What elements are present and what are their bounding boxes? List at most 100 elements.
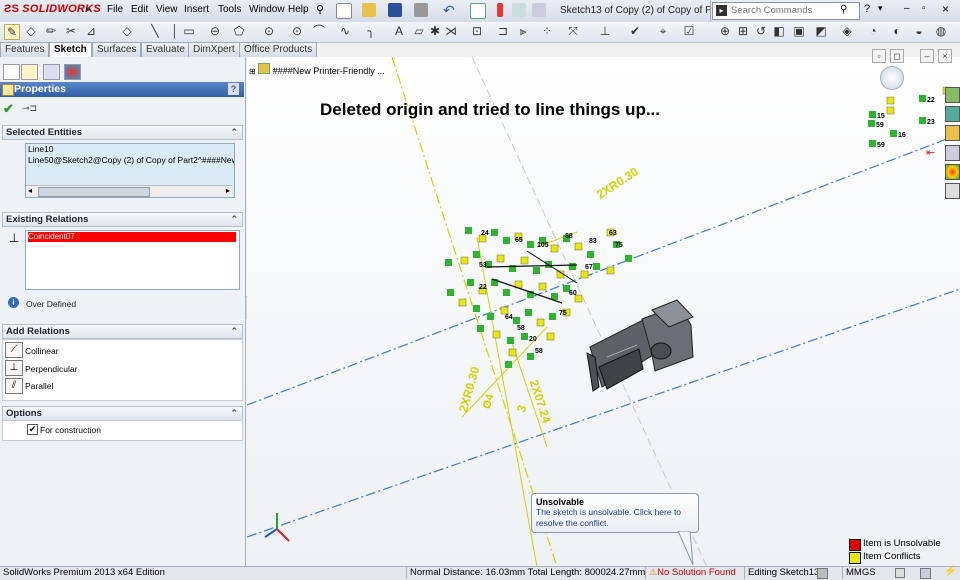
repair-sketch-icon[interactable]: ✔ (628, 24, 642, 38)
slot-icon[interactable]: ⊖ (208, 24, 222, 38)
status-units[interactable]: MMGS (842, 566, 876, 579)
task-pane-home-icon[interactable] (945, 87, 960, 103)
add-relations-header[interactable]: Add Relations ⌃ (2, 324, 243, 339)
collapse-icon[interactable]: ⌃ (230, 325, 238, 338)
print-icon[interactable] (414, 3, 428, 17)
point-icon[interactable]: ◇ (120, 24, 134, 38)
view-settings-icon[interactable]: ◒ (912, 24, 926, 38)
pushpin-icon[interactable]: ⊸⊐ (22, 103, 37, 114)
realview-icon[interactable]: ◍ (934, 24, 948, 38)
menu-help[interactable]: Help (288, 4, 309, 15)
property-manager-icon[interactable] (21, 64, 38, 80)
tab-evaluate[interactable]: Evaluate (141, 42, 190, 57)
feature-manager-tree-icon[interactable] (3, 64, 20, 80)
select-arrow-icon[interactable] (470, 3, 486, 19)
menu-tools[interactable]: Tools (218, 4, 241, 15)
linear-pattern-icon[interactable]: ⁘ (540, 24, 554, 38)
move-entities-icon[interactable]: ⤧ (566, 24, 580, 38)
zoom-to-fit-icon[interactable]: ⊕ (718, 24, 732, 38)
viewport-minimize-icon[interactable]: – (920, 49, 934, 63)
search-commands-input[interactable]: ▸ Search Commands (712, 2, 860, 20)
tab-office-products[interactable]: Office Products (239, 42, 318, 57)
add-relation-parallel[interactable]: Parallel (25, 381, 53, 391)
plane-icon[interactable]: ▱ (412, 24, 426, 38)
sketch-icon[interactable]: ✎ (4, 24, 20, 40)
collinear-icon[interactable]: ⟋ (5, 342, 23, 358)
configuration-manager-icon[interactable] (43, 64, 60, 80)
mirror-entities-icon[interactable]: ⫸ (516, 24, 530, 38)
open-folder-icon[interactable] (362, 3, 376, 17)
spline-icon[interactable]: ∿ (338, 24, 352, 38)
tab-dimxpert[interactable]: DimXpert (188, 42, 240, 57)
sketch-entities-icon[interactable]: ✏ (44, 24, 58, 38)
existing-relations-header[interactable]: Existing Relations ⌃ (2, 212, 243, 227)
status-solution[interactable]: ⚠No Solution Found (645, 566, 745, 579)
task-pane-custom-properties-icon[interactable] (945, 183, 960, 199)
trim-icon[interactable]: ✂ (64, 24, 78, 38)
collapse-icon[interactable]: ⌃ (230, 407, 238, 420)
rebuild-icon[interactable] (497, 3, 503, 17)
menu-insert[interactable]: Insert (184, 4, 209, 15)
view-orientation-icon[interactable]: ▣ (792, 24, 806, 38)
task-pane-explorer-icon[interactable] (945, 125, 960, 141)
collapse-icon[interactable]: ⌃ (230, 213, 238, 226)
feature-tree-root[interactable]: ⊞ ####New Printer-Friendly ... (249, 63, 385, 76)
new-document-icon[interactable] (336, 3, 352, 19)
viewport-maximize-icon[interactable]: ◻ (890, 49, 904, 63)
text-icon[interactable]: A (392, 24, 406, 38)
display-manager-icon[interactable] (64, 64, 81, 80)
view-cube-icon[interactable] (880, 66, 904, 90)
arc-icon[interactable]: ⌒ (312, 24, 326, 38)
zoom-area-icon[interactable]: ⊞ (736, 24, 750, 38)
quick-snaps-icon[interactable]: ⌖ (656, 24, 670, 38)
polygon-icon[interactable]: ⬠ (232, 24, 246, 38)
status-tool-icon[interactable] (920, 568, 931, 579)
save-icon[interactable] (388, 3, 402, 17)
list-item[interactable]: Line50@Sketch2@Copy (2) of Copy of Part2… (26, 155, 234, 166)
parallel-icon[interactable]: ⫽ (5, 378, 23, 394)
sketch-canvas[interactable]: 24 65 105 88 83 63 75 53 67 22 60 75 58 … (247, 57, 960, 567)
previous-view-icon[interactable]: ↺ (754, 24, 768, 38)
perpendicular-icon[interactable]: ⊥ (5, 360, 23, 376)
minimize-icon[interactable]: – (904, 3, 910, 14)
list-item[interactable]: Line10 (26, 144, 234, 155)
instant2d-icon[interactable]: ☑ (682, 24, 696, 38)
help-button[interactable]: ? (228, 83, 239, 95)
menu-edit[interactable]: Edit (131, 4, 148, 15)
add-relation-collinear[interactable]: Collinear (25, 346, 59, 356)
edit-appearance-icon[interactable]: ◔ (866, 24, 880, 38)
viewport-restore-icon[interactable]: ▫ (872, 49, 886, 63)
tab-sketch[interactable]: Sketch (49, 42, 92, 57)
menu-file[interactable]: File (107, 4, 123, 15)
pin-menu-icon[interactable]: ⚲ (316, 3, 324, 16)
point-star-icon[interactable]: ✱ (428, 24, 442, 38)
file-properties-icon[interactable] (512, 3, 526, 17)
display-style-icon[interactable]: ◩ (814, 24, 828, 38)
horizontal-scrollbar[interactable]: ◂ ▸ (26, 185, 232, 197)
task-pane-appearances-icon[interactable] (945, 164, 960, 180)
display-relations-icon[interactable]: ⊥ (598, 24, 612, 38)
trim-entities-icon[interactable]: ⋊ (444, 24, 458, 38)
close-icon[interactable]: × (942, 2, 949, 16)
expand-icon[interactable]: ⊞ (249, 67, 256, 76)
relation-item-coincident[interactable]: Coincident07 (28, 232, 236, 242)
fillet-icon[interactable]: ╮ (364, 24, 378, 38)
search-icon[interactable]: ⚲ (840, 4, 847, 15)
selected-entities-header[interactable]: Selected Entities ⌃ (2, 125, 243, 140)
rebuild-status-icon[interactable] (817, 568, 828, 579)
help-tools-icon[interactable]: ⚡ (944, 566, 956, 577)
line-icon[interactable]: ╲ (148, 24, 162, 38)
options-icon[interactable] (532, 3, 546, 17)
tab-surfaces[interactable]: Surfaces (92, 42, 142, 57)
apply-scene-icon[interactable]: ◐ (890, 24, 904, 38)
logo-menu-arrow-icon[interactable]: ▸ (86, 4, 91, 15)
section-view-icon[interactable]: ◧ (772, 24, 786, 38)
help-question-icon[interactable]: ? (864, 3, 870, 15)
center-circle-icon[interactable]: ⊙ (290, 24, 304, 38)
add-relation-perpendicular[interactable]: Perpendicular (25, 364, 77, 374)
hide-show-items-icon[interactable]: ◈ (840, 24, 854, 38)
units-dropdown-icon[interactable] (895, 568, 905, 578)
unsolvable-tooltip[interactable]: Unsolvable The sketch is unsolvable. Cli… (531, 493, 699, 533)
circle-icon[interactable]: ⊙ (262, 24, 276, 38)
options-header[interactable]: Options ⌃ (2, 406, 243, 421)
